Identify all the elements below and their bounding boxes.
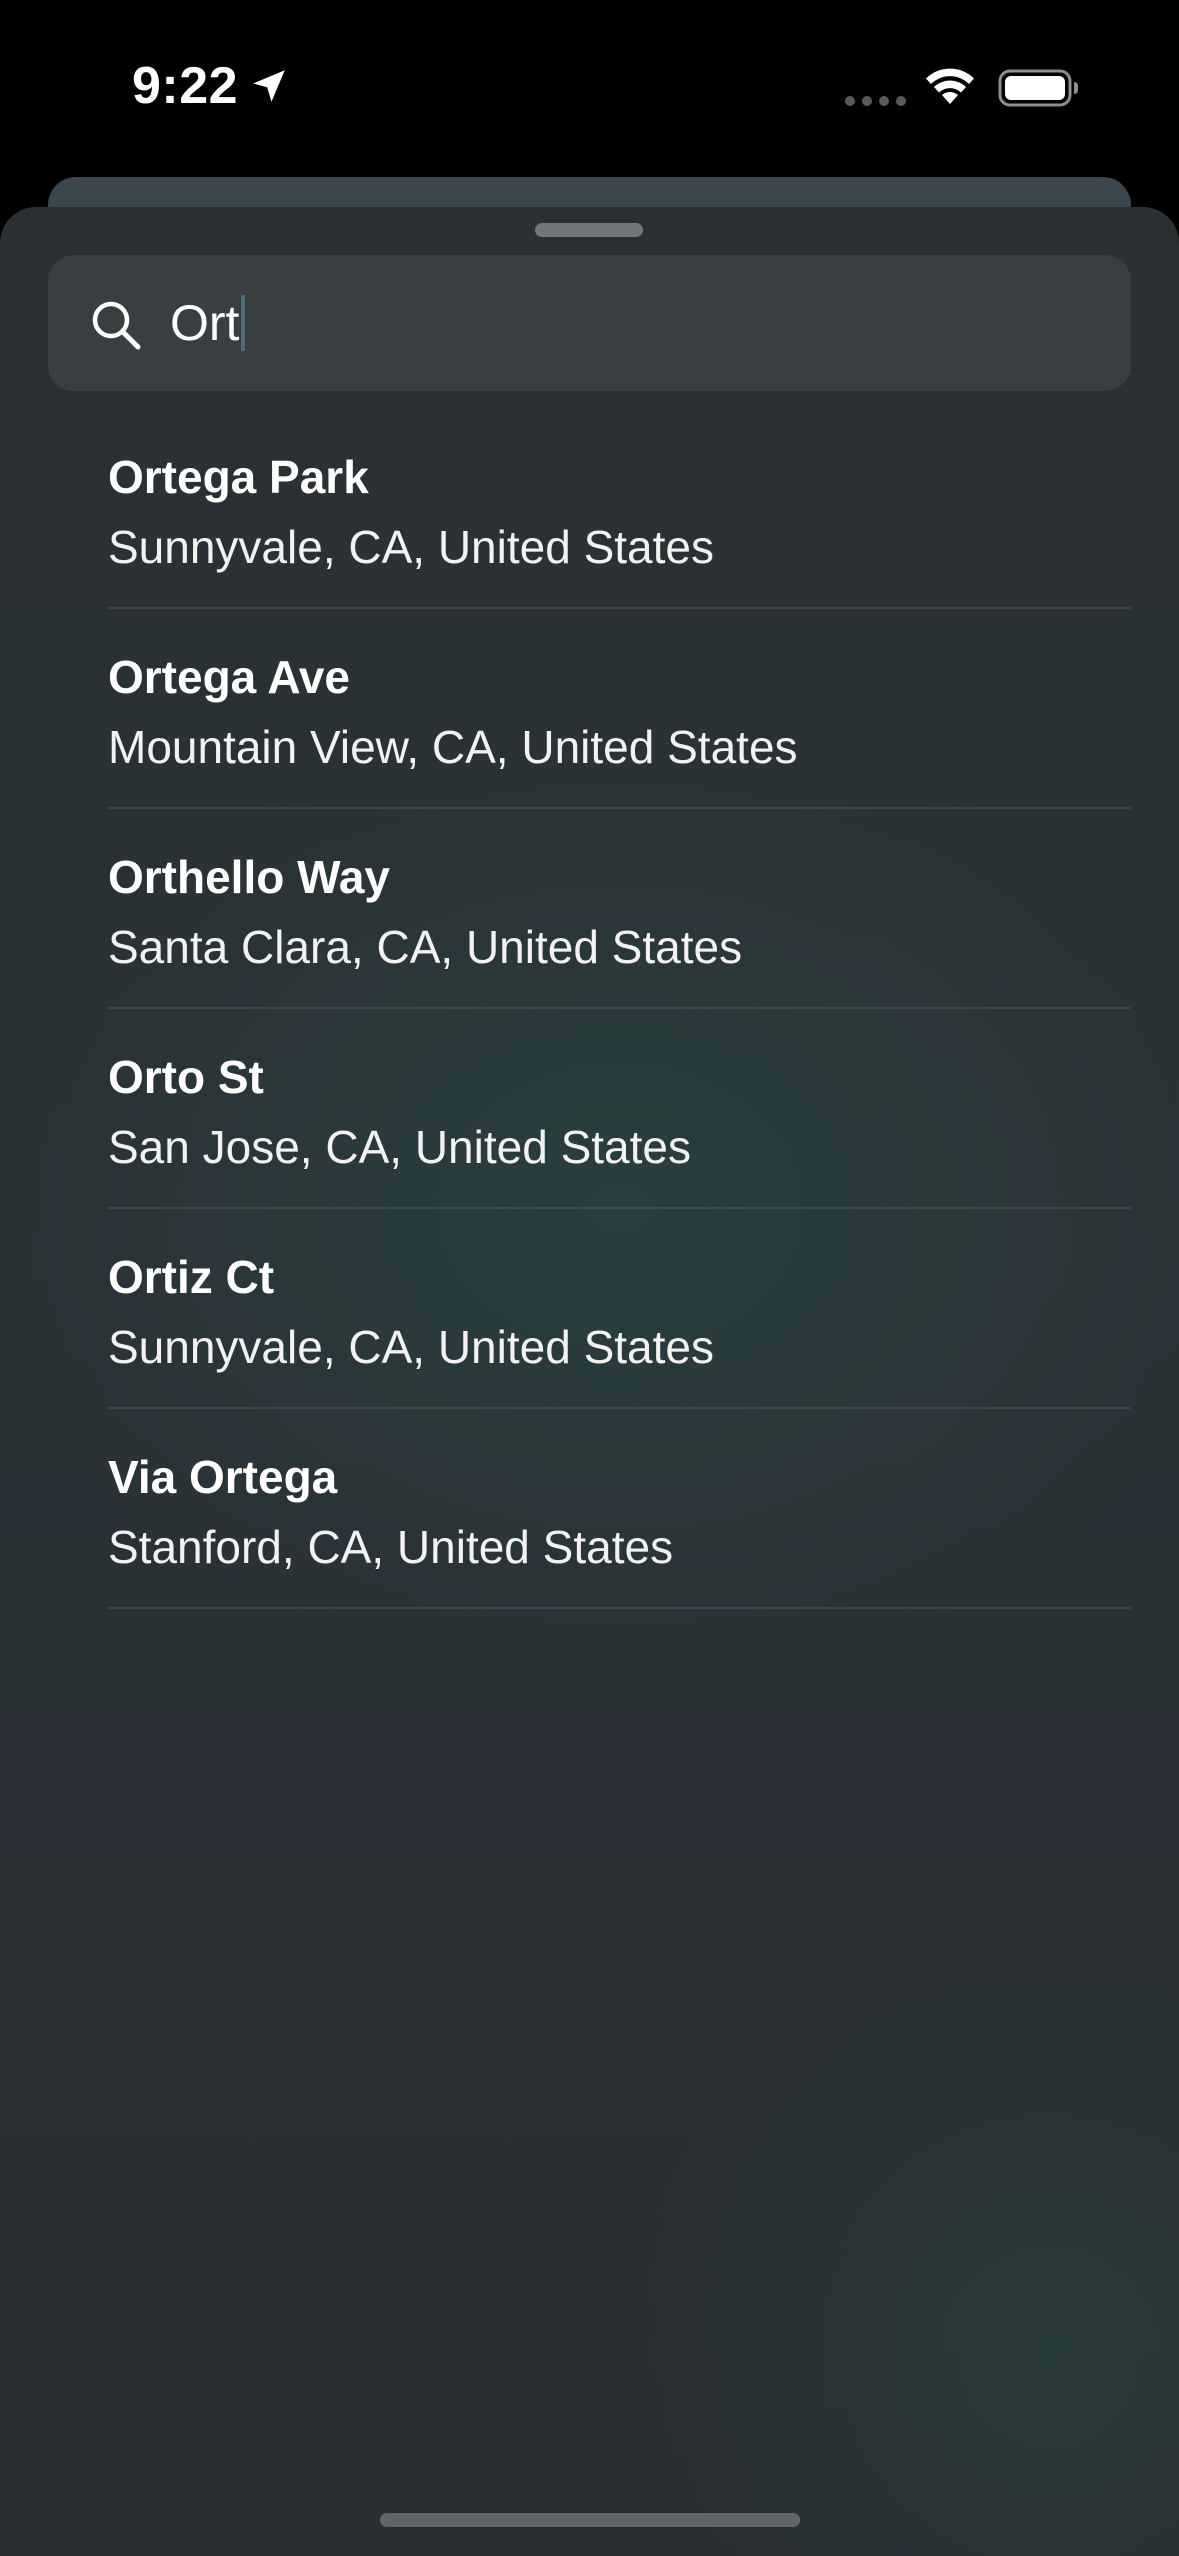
result-subtitle: Santa Clara, CA, United States — [108, 921, 743, 973]
status-bar: 9:22 — [0, 0, 1179, 175]
cellular-dots-icon — [845, 96, 906, 106]
home-indicator[interactable] — [380, 2513, 800, 2527]
search-field[interactable]: Ort — [48, 255, 1131, 391]
screen: 9:22 Ort Ortega Park Sunnyvale, CA, Unit… — [0, 0, 1179, 2556]
status-time-group: 9:22 — [132, 56, 290, 116]
list-item[interactable]: Ortega Park Sunnyvale, CA, United States — [108, 409, 1131, 609]
list-item[interactable]: Orthello Way Santa Clara, CA, United Sta… — [108, 809, 1131, 1009]
list-item[interactable]: Orto St San Jose, CA, United States — [108, 1009, 1131, 1209]
search-input-value: Ort — [170, 295, 240, 351]
list-item[interactable]: Via Ortega Stanford, CA, United States — [108, 1409, 1131, 1609]
result-title: Ortega Ave — [108, 651, 351, 703]
sheet-grabber[interactable] — [535, 223, 643, 237]
result-title: Orto St — [108, 1051, 264, 1103]
result-title: Ortiz Ct — [108, 1251, 275, 1303]
search-input[interactable]: Ort — [170, 292, 246, 354]
result-title: Ortega Park — [108, 451, 369, 503]
result-title: Orthello Way — [108, 851, 390, 903]
result-subtitle: Sunnyvale, CA, United States — [108, 521, 714, 573]
list-item[interactable]: Ortiz Ct Sunnyvale, CA, United States — [108, 1209, 1131, 1409]
list-item[interactable]: Ortega Ave Mountain View, CA, United Sta… — [108, 609, 1131, 809]
location-arrow-icon — [253, 70, 285, 102]
result-title: Via Ortega — [108, 1451, 338, 1503]
result-subtitle: Sunnyvale, CA, United States — [108, 1321, 714, 1373]
results-list: Ortega Park Sunnyvale, CA, United States… — [108, 409, 1131, 1609]
battery-icon — [998, 69, 1078, 107]
result-subtitle: San Jose, CA, United States — [108, 1121, 691, 1173]
search-icon — [92, 301, 141, 350]
text-caret — [241, 295, 246, 351]
status-time: 9:22 — [132, 57, 239, 115]
wifi-icon — [926, 68, 974, 104]
result-subtitle: Stanford, CA, United States — [108, 1521, 674, 1573]
result-subtitle: Mountain View, CA, United States — [108, 721, 798, 773]
